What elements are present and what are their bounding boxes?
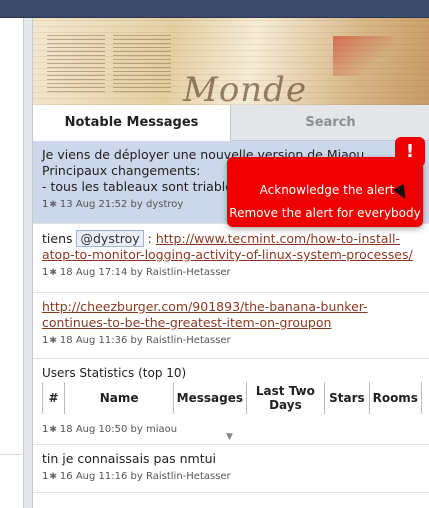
column-header-messages[interactable]: Messages <box>173 382 247 414</box>
user-mention[interactable]: @dystroy <box>76 230 144 247</box>
message-meta: 1✱ 18 Aug 17:14 by Raistlin-Hetasser <box>42 266 429 280</box>
pin-icon[interactable]: ✱ <box>49 470 57 484</box>
message-date: 18 Aug 17:14 <box>59 267 128 278</box>
star-count: 1 <box>42 267 49 278</box>
left-pane <box>0 18 24 508</box>
message-link[interactable]: http://cheezburger.com/901893/the-banana… <box>42 299 368 314</box>
stats-title: Users Statistics (top 10) <box>42 366 187 380</box>
banner-title: Monde <box>183 70 308 105</box>
message-separator: : <box>147 231 152 246</box>
pin-icon[interactable]: ✱ <box>49 266 57 280</box>
pin-icon[interactable]: ✱ <box>49 334 57 348</box>
stats-table-header-row: # Name Messages Last Two Days Stars Room… <box>41 382 423 414</box>
left-pane-divider <box>0 454 22 455</box>
message-meta: 1✱ 18 Aug 10:50 by miaou <box>42 423 177 437</box>
message-by: by <box>130 424 143 435</box>
column-header-name[interactable]: Name <box>64 382 175 414</box>
pane-gutter <box>24 18 32 508</box>
message-author[interactable]: Raistlin-Hetasser <box>146 335 231 346</box>
star-count: 1 <box>42 424 49 435</box>
expand-down-icon[interactable]: ▼ <box>226 432 233 442</box>
message-text-line: tiens @dystroy : http://www.tecmint.com/… <box>42 230 429 247</box>
pin-icon[interactable]: ✱ <box>49 423 57 437</box>
top-bar <box>0 0 429 18</box>
room-banner-image: Monde <box>33 18 429 105</box>
message-item[interactable]: tiens @dystroy : http://www.tecmint.com/… <box>33 224 429 293</box>
message-meta: 1✱ 18 Aug 11:36 by Raistlin-Hetasser <box>42 334 429 348</box>
column-header-last-two-days[interactable]: Last Two Days <box>245 382 326 414</box>
tab-search[interactable]: Search <box>231 105 429 141</box>
banner-text-column <box>47 32 105 92</box>
alert-icon[interactable]: ! <box>395 137 425 167</box>
star-count: 1 <box>42 471 49 482</box>
star-count: 1 <box>42 199 49 210</box>
message-text-line: http://cheezburger.com/901893/the-banana… <box>42 299 429 315</box>
message-author[interactable]: Raistlin-Hetasser <box>146 267 231 278</box>
message-date: 16 Aug 11:16 <box>59 471 128 482</box>
column-header-rank[interactable]: # <box>41 382 66 414</box>
banner-text-column <box>113 32 171 92</box>
message-by: by <box>130 335 143 346</box>
message-link[interactable]: http://www.tecmint.com/how-to-install- <box>156 231 400 246</box>
message-by: by <box>130 199 143 210</box>
message-prefix: tiens <box>42 231 73 246</box>
remove-alert-button[interactable]: Remove the alert for everybody <box>227 202 423 224</box>
message-date: 18 Aug 11:36 <box>59 335 128 346</box>
message-author[interactable]: dystroy <box>146 199 183 210</box>
message-text-line: tin je connaissais pas nmtui <box>42 451 217 466</box>
message-link[interactable]: continues-to-be-the-greatest-item-on-gro… <box>42 315 331 330</box>
message-author[interactable]: Raistlin-Hetasser <box>146 471 231 482</box>
message-item[interactable]: http://cheezburger.com/901893/the-banana… <box>33 293 429 359</box>
message-by: by <box>130 267 143 278</box>
message-item[interactable]: Users Statistics (top 10) # Name Message… <box>33 359 429 445</box>
message-item[interactable]: tin je connaissais pas nmtui 1✱ 16 Aug 11… <box>33 445 429 493</box>
message-author[interactable]: miaou <box>146 424 177 435</box>
message-date: 13 Aug 21:52 <box>59 199 128 210</box>
message-text-line: continues-to-be-the-greatest-item-on-gro… <box>42 315 429 331</box>
banner-flag-graphic <box>333 36 393 76</box>
message-date: 18 Aug 10:50 <box>59 424 128 435</box>
notable-panel: Monde Notable Messages Search Je viens d… <box>32 18 429 508</box>
tab-notable-messages[interactable]: Notable Messages <box>33 105 231 142</box>
message-by: by <box>130 471 143 482</box>
panel-tabs: Notable Messages Search <box>33 105 429 142</box>
column-header-stars[interactable]: Stars <box>324 382 370 414</box>
star-count: 1 <box>42 335 49 346</box>
pin-icon[interactable]: ✱ <box>49 198 57 212</box>
message-text-line: atop-to-monitor-logging-activity-of-linu… <box>42 247 429 263</box>
message-link[interactable]: atop-to-monitor-logging-activity-of-linu… <box>42 247 413 262</box>
column-header-rooms[interactable]: Rooms <box>368 382 423 414</box>
message-meta: 1✱ 16 Aug 11:16 by Raistlin-Hetasser <box>42 470 429 484</box>
stats-table: # Name Messages Last Two Days Stars Room… <box>41 382 423 414</box>
